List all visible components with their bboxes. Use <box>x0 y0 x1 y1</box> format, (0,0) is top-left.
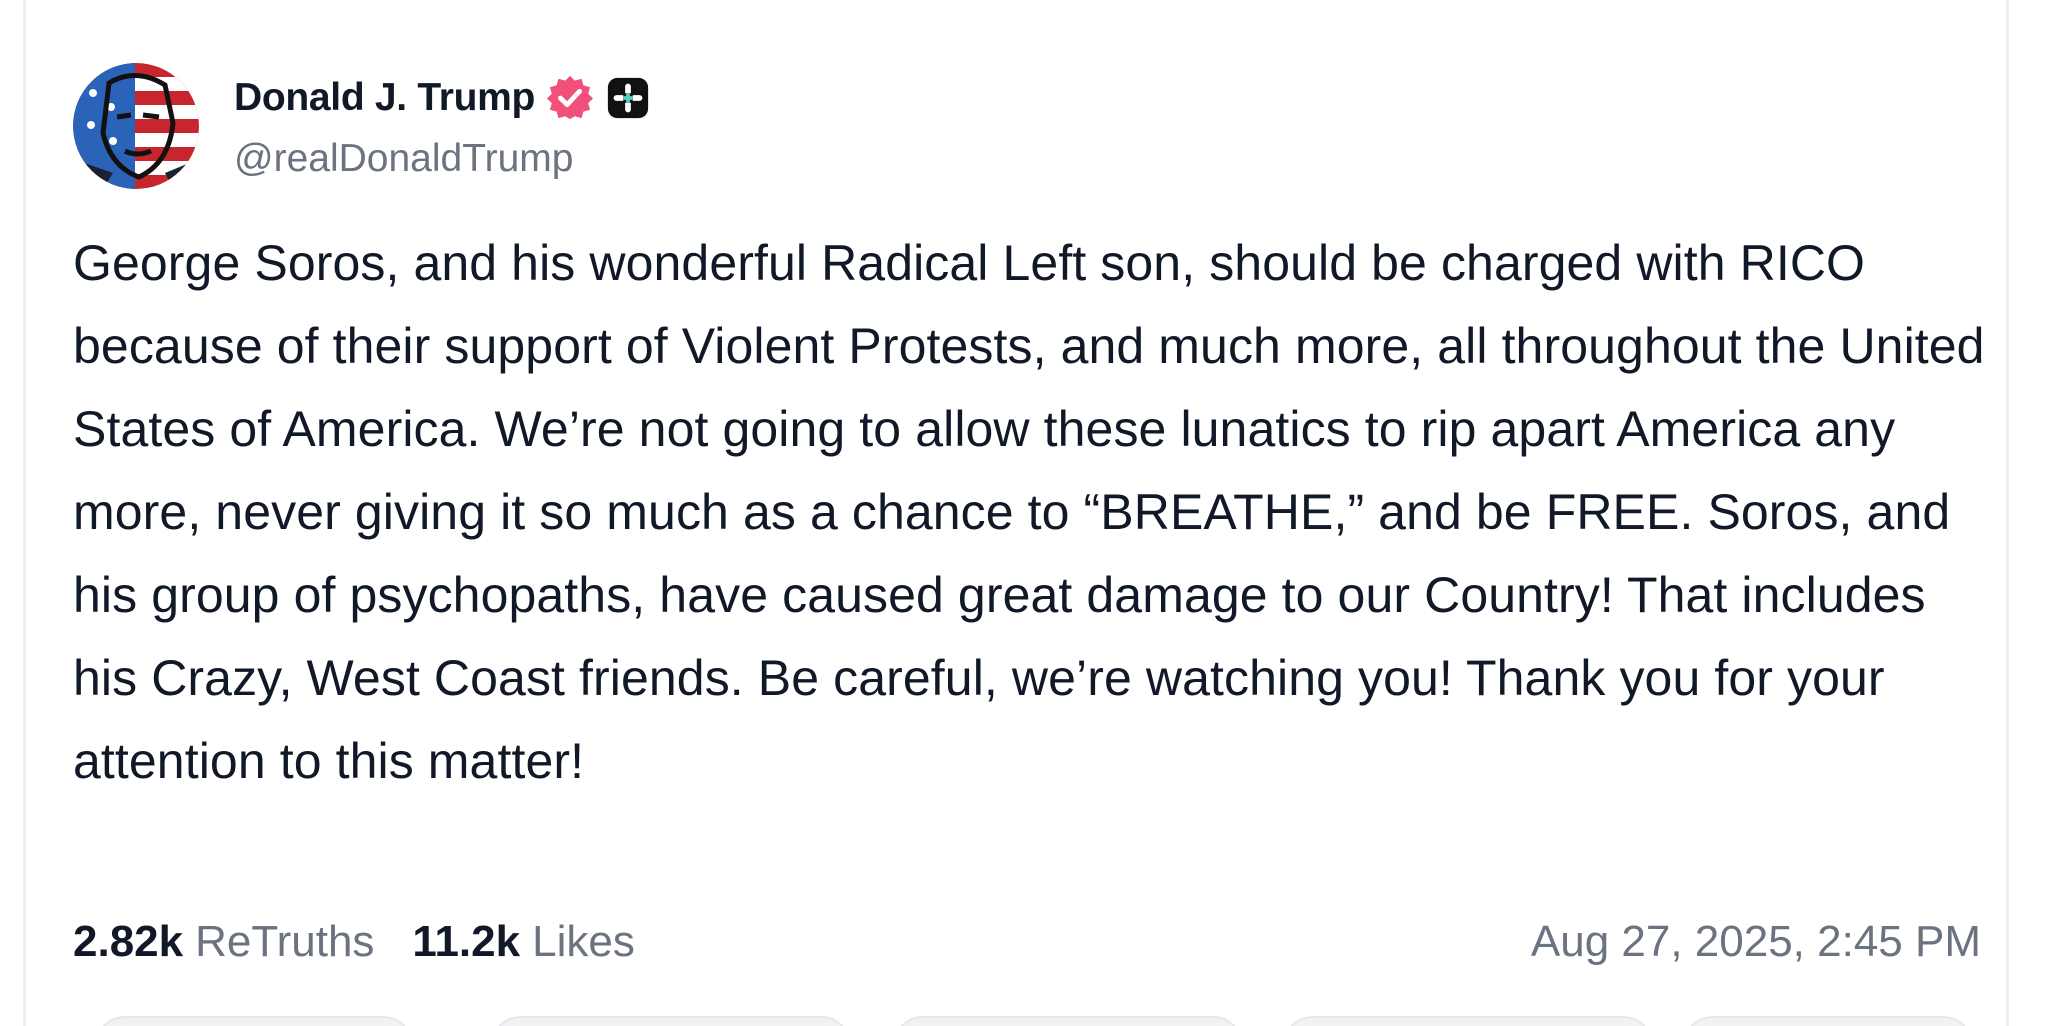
author-name-row: Donald J. Trump <box>234 71 651 125</box>
post-stats: 2.82k ReTruths 11.2k Likes Aug 27, 2025,… <box>73 910 1993 974</box>
retruths-count[interactable]: 2.82k ReTruths <box>73 917 374 967</box>
verified-badge-icon <box>547 75 594 121</box>
likes-count[interactable]: 11.2k Likes <box>412 917 634 967</box>
likes-label: Likes <box>532 917 635 966</box>
post-timestamp[interactable]: Aug 27, 2025, 2:45 PM <box>1531 910 1981 974</box>
post-header: Donald J. Trump @realDonaldTrump <box>73 63 973 193</box>
retruths-value: 2.82k <box>73 917 184 966</box>
post-page: Donald J. Trump @realDonaldTrump George … <box>0 0 2048 1026</box>
reply-button[interactable] <box>95 1016 413 1026</box>
flag-portrait-avatar-icon <box>73 63 199 189</box>
author-handle[interactable]: @realDonaldTrump <box>234 137 573 181</box>
more-button[interactable] <box>1683 1016 1973 1026</box>
retruth-button[interactable] <box>491 1016 851 1026</box>
author-avatar[interactable] <box>73 63 199 189</box>
retruths-label: ReTruths <box>195 917 375 966</box>
like-button[interactable] <box>893 1016 1243 1026</box>
author-display-name[interactable]: Donald J. Trump <box>234 76 535 120</box>
post-text: George Soros, and his wonderful Radical … <box>73 235 1985 789</box>
post-action-bar <box>73 1016 1973 1026</box>
truth-plus-badge-icon <box>605 75 651 121</box>
share-button[interactable] <box>1283 1016 1653 1026</box>
likes-value: 11.2k <box>412 917 521 966</box>
